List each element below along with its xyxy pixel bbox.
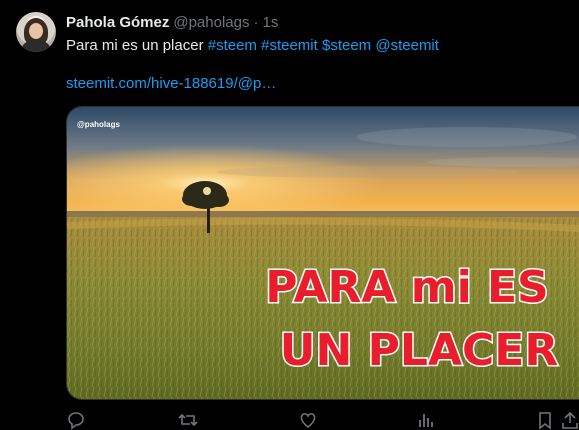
overlay-line-1: PARA mi ES xyxy=(265,262,549,313)
reply-icon[interactable] xyxy=(66,410,86,430)
tweet-actions xyxy=(66,410,579,430)
tweet[interactable]: Pahola Gómez @paholags · 1s Para mi es u… xyxy=(0,0,579,430)
cashtag-steem[interactable]: $steem xyxy=(322,37,371,54)
tweet-header: Pahola Gómez @paholags · 1s xyxy=(66,12,278,32)
tweet-text-plain: Para mi es un placer xyxy=(66,37,208,54)
tweet-link[interactable]: steemit.com/hive-188619/@p… xyxy=(66,75,276,92)
mention-steemit[interactable]: @steemit xyxy=(375,37,439,54)
separator: · xyxy=(253,13,259,31)
media-picture: @paholags PARA mi ES UN PLACER xyxy=(67,107,579,399)
overlay-line-2: UN PLACER xyxy=(280,325,558,376)
avatar[interactable] xyxy=(16,12,56,52)
media-watermark: @paholags xyxy=(77,120,120,129)
tweet-media-image[interactable]: @paholags PARA mi ES UN PLACER xyxy=(66,106,579,400)
author-handle[interactable]: @paholags xyxy=(173,14,249,31)
retweet-icon[interactable] xyxy=(178,410,198,430)
like-icon[interactable] xyxy=(298,410,318,430)
share-icon[interactable] xyxy=(561,410,579,430)
hashtag-steemit[interactable]: #steemit xyxy=(261,37,318,54)
bookmark-icon[interactable] xyxy=(535,410,555,430)
views-icon[interactable] xyxy=(416,410,436,430)
author-name[interactable]: Pahola Gómez xyxy=(66,14,169,31)
hashtag-steem[interactable]: #steem xyxy=(208,37,257,54)
tweet-text: Para mi es un placer #steem #steemit $st… xyxy=(66,36,439,56)
timestamp[interactable]: 1s xyxy=(262,14,278,31)
